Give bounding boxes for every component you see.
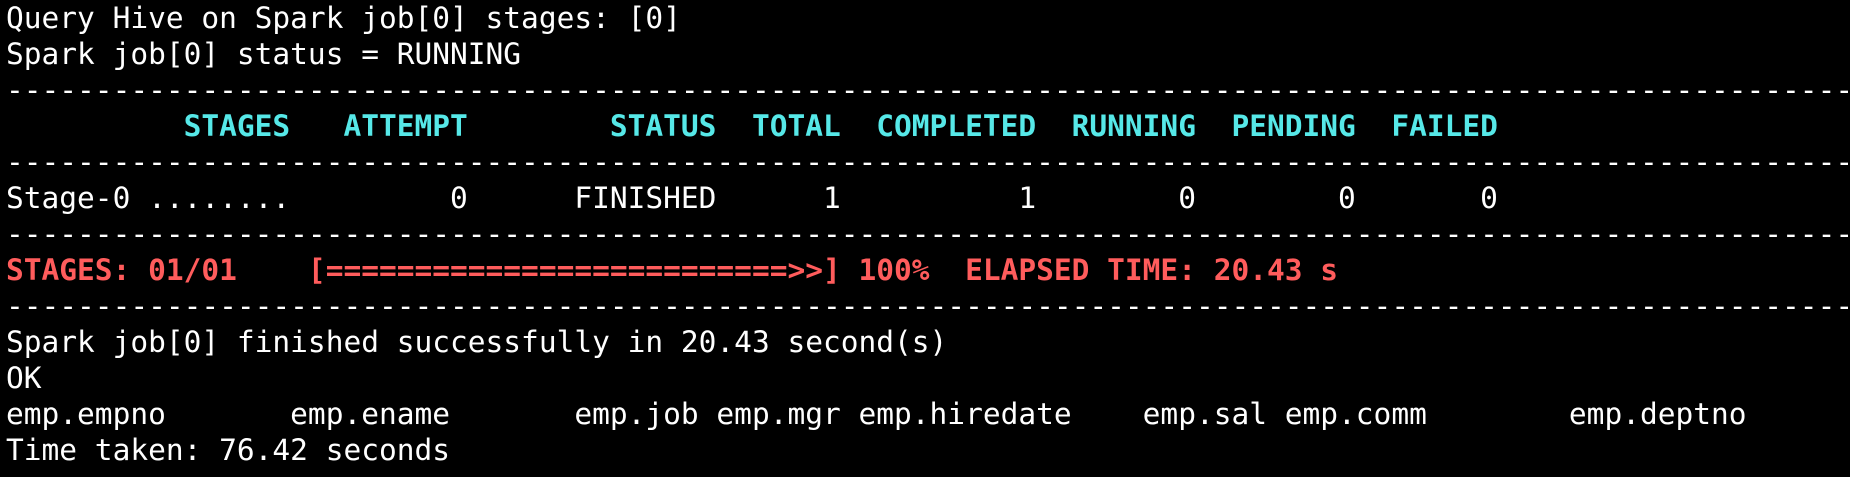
stage-row: Stage-0 ........ 0 FINISHED 1 1 0 0 0: [6, 181, 1498, 215]
log-line-query: Query Hive on Spark job[0] stages: [0]: [6, 1, 681, 35]
separator-line: ----------------------------------------…: [6, 73, 1850, 107]
terminal-window[interactable]: Query Hive on Spark job[0] stages: [0] S…: [0, 0, 1850, 477]
separator-line: ----------------------------------------…: [6, 217, 1850, 251]
log-line-job-status: Spark job[0] status = RUNNING: [6, 37, 522, 71]
separator-line: ----------------------------------------…: [6, 145, 1850, 179]
log-line-time-taken: Time taken: 76.42 seconds: [6, 433, 451, 467]
log-line-job-finished: Spark job[0] finished successfully in 20…: [6, 325, 948, 359]
log-line-ok: OK: [6, 361, 42, 395]
progress-line: STAGES: 01/01 [=========================…: [6, 253, 1339, 287]
stages-table-header: STAGES ATTEMPT STATUS TOTAL COMPLETED RU…: [6, 109, 1498, 143]
separator-line: ----------------------------------------…: [6, 289, 1850, 323]
result-columns-header: emp.empno emp.ename emp.job emp.mgr emp.…: [6, 397, 1747, 431]
